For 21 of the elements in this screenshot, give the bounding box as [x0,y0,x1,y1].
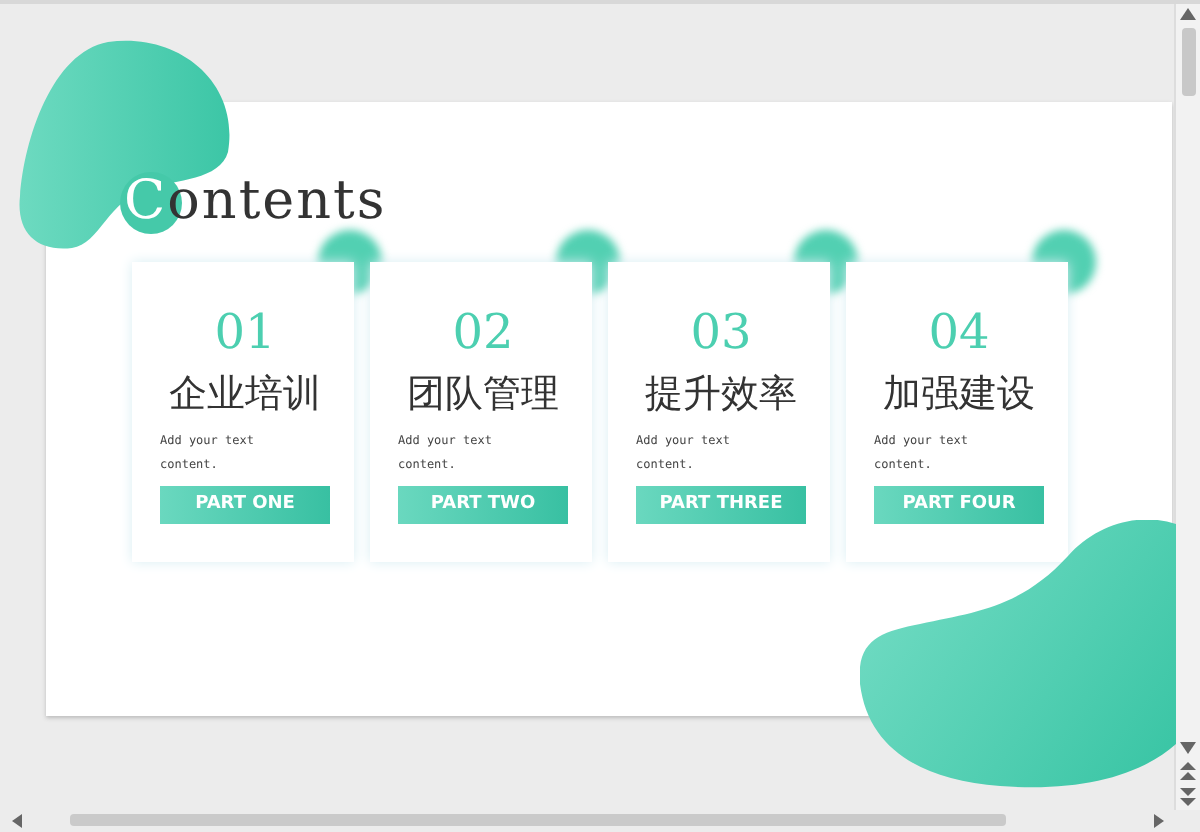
card-title: 提升效率 [645,370,797,420]
scroll-up-icon[interactable] [1180,4,1196,24]
part-label: PART THREE [636,486,806,524]
part-label: PART ONE [160,486,330,524]
card-number: 01 [214,302,276,362]
next-page-icon[interactable] [1180,784,1196,810]
card-number: 03 [690,302,752,362]
part-label: PART FOUR [874,486,1044,524]
previous-page-icon[interactable] [1180,758,1196,784]
scroll-right-icon[interactable] [1154,809,1164,831]
vertical-scrollbar[interactable] [1174,4,1200,810]
card-title: 加强建设 [883,370,1035,420]
card-number: 02 [452,302,514,362]
scroll-left-icon[interactable] [12,809,22,831]
part-label: PART TWO [398,486,568,524]
card-title: 企业培训 [169,370,321,420]
card-number: 04 [928,302,990,362]
scroll-thumb[interactable] [70,814,1006,826]
scroll-thumb[interactable] [1181,28,1195,96]
scroll-down-icon[interactable] [1180,738,1196,758]
card-title: 团队管理 [407,370,559,420]
